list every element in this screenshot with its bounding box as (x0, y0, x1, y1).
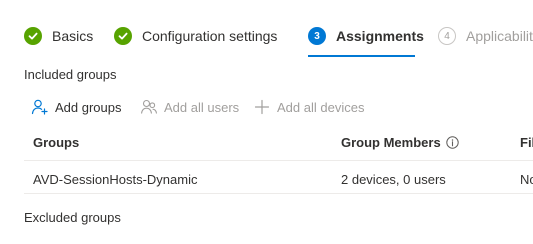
column-header-filter: Fil (520, 135, 533, 150)
step-number-badge: 3 (308, 27, 326, 45)
add-user-icon (31, 98, 49, 116)
step-label: Basics (52, 28, 94, 44)
table-row[interactable]: AVD-SessionHosts-Dynamic 2 devices, 0 us… (24, 161, 533, 194)
plus-icon (253, 98, 271, 116)
table-header: Groups Group Members Fil (24, 128, 533, 161)
assignments-page: Basics Configuration settings 3 Assignme… (0, 0, 533, 244)
info-icon[interactable] (445, 136, 459, 149)
step-assignments[interactable]: 3 Assignments (308, 24, 424, 48)
add-all-users-label: Add all users (164, 99, 240, 115)
add-all-users-button[interactable]: Add all users (140, 97, 239, 117)
cell-group-name: AVD-SessionHosts-Dynamic (33, 172, 198, 187)
step-applicability[interactable]: 4 Applicabilit (438, 24, 533, 48)
step-basics[interactable]: Basics (24, 24, 93, 48)
column-header-label: Group Members (341, 135, 441, 150)
add-groups-button[interactable]: Add groups (31, 97, 122, 117)
active-step-underline (308, 55, 415, 57)
checkmark-icon (24, 27, 42, 45)
included-groups-heading: Included groups (24, 67, 117, 82)
included-groups-table: Groups Group Members Fil AVD-SessionHost… (24, 128, 533, 194)
cell-filter: No (520, 172, 533, 187)
step-label: Configuration settings (142, 28, 278, 44)
cell-group-members: 2 devices, 0 users (341, 172, 446, 187)
people-icon (140, 98, 158, 116)
add-groups-label: Add groups (55, 99, 122, 115)
step-label: Assignments (336, 28, 424, 44)
column-header-group-members: Group Members (341, 135, 459, 150)
step-number-badge: 4 (438, 27, 456, 45)
add-all-devices-label: Add all devices (277, 99, 365, 115)
column-header-groups: Groups (33, 135, 80, 150)
checkmark-icon (114, 27, 132, 45)
add-all-devices-button[interactable]: Add all devices (253, 97, 364, 117)
step-configuration-settings[interactable]: Configuration settings (114, 24, 277, 48)
step-label: Applicabilit (466, 28, 533, 44)
excluded-groups-heading: Excluded groups (24, 210, 121, 225)
